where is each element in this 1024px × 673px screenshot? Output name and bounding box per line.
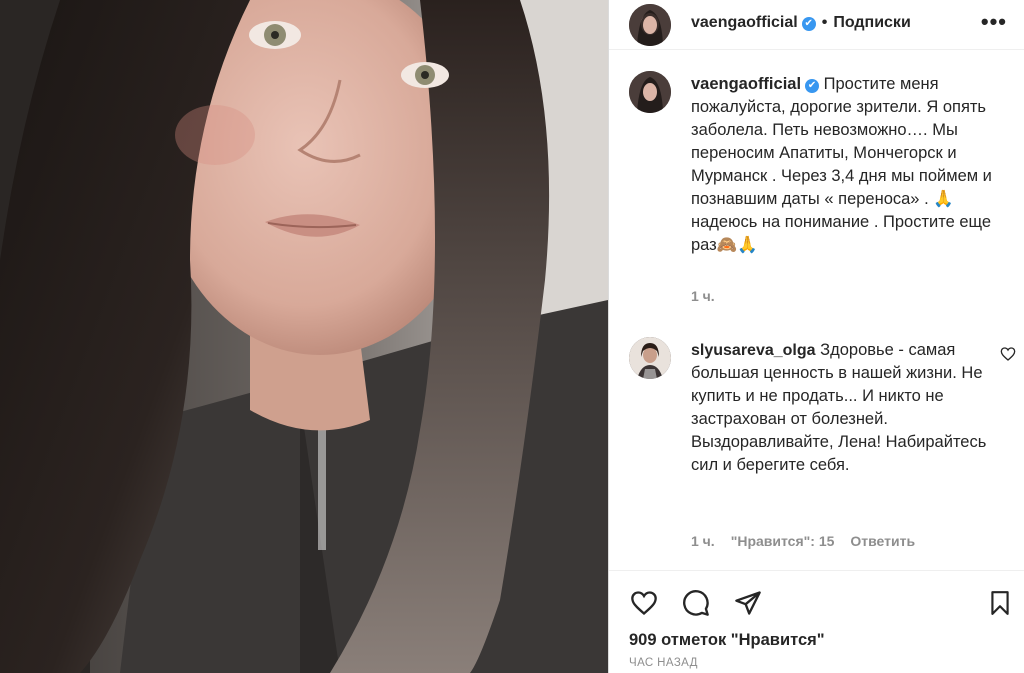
verified-badge-icon: ✔ (801, 17, 816, 31)
caption-avatar[interactable] (629, 71, 671, 113)
following-button[interactable]: Подписки (833, 14, 910, 31)
comment-icon[interactable] (681, 589, 711, 622)
post-time-ago[interactable]: ЧАС НАЗАД (629, 657, 698, 669)
avatar[interactable] (629, 4, 671, 46)
likes-count[interactable]: 909 отметок "Нравится" (629, 631, 825, 650)
commenter-avatar-image (629, 337, 671, 379)
comment-meta: 1 ч. "Нравится": 15 Ответить (691, 533, 931, 549)
avatar-image (629, 4, 671, 46)
post-photo[interactable] (0, 0, 608, 673)
caption-verified-badge-icon: ✔ (805, 79, 820, 93)
caption-meta: 1 ч. (691, 288, 731, 304)
more-options-icon[interactable]: ••• (981, 9, 1007, 35)
comment-likes-count[interactable]: "Нравится": 15 (731, 533, 835, 549)
caption-timestamp[interactable]: 1 ч. (691, 288, 715, 304)
post-actions-bar: 909 отметок "Нравится" ЧАС НАЗАД (609, 570, 1024, 673)
post-caption: vaengaofficial ✔ Простите меня пожалуйста… (691, 73, 1001, 257)
post-side-panel: vaengaofficial ✔ • Подписки ••• vaengaoffic… (608, 0, 1024, 673)
header-line: vaengaofficial ✔ • Подписки (691, 14, 911, 32)
caption-text: Простите меня пожалуйста, дорогие зрител… (691, 75, 992, 254)
comment-like-heart-icon[interactable] (1000, 346, 1016, 367)
author-username[interactable]: vaengaofficial (691, 14, 798, 31)
selfie-image (0, 0, 608, 673)
post-header: vaengaofficial ✔ • Подписки ••• (609, 0, 1024, 50)
commenter-username[interactable]: slyusareva_olga (691, 342, 816, 359)
comment-timestamp[interactable]: 1 ч. (691, 533, 715, 549)
reply-button[interactable]: Ответить (850, 533, 915, 549)
separator-dot: • (821, 14, 828, 31)
comment: slyusareva_olga Здоровье - самая большая… (691, 339, 991, 477)
caption-avatar-image (629, 71, 671, 113)
heart-icon[interactable] (629, 589, 659, 622)
paper-plane-icon[interactable] (733, 589, 763, 622)
bookmark-icon[interactable] (987, 589, 1013, 622)
caption-username[interactable]: vaengaofficial (691, 75, 801, 93)
comment-text: Здоровье - самая большая ценность в наше… (691, 341, 987, 474)
commenter-avatar[interactable] (629, 337, 671, 379)
